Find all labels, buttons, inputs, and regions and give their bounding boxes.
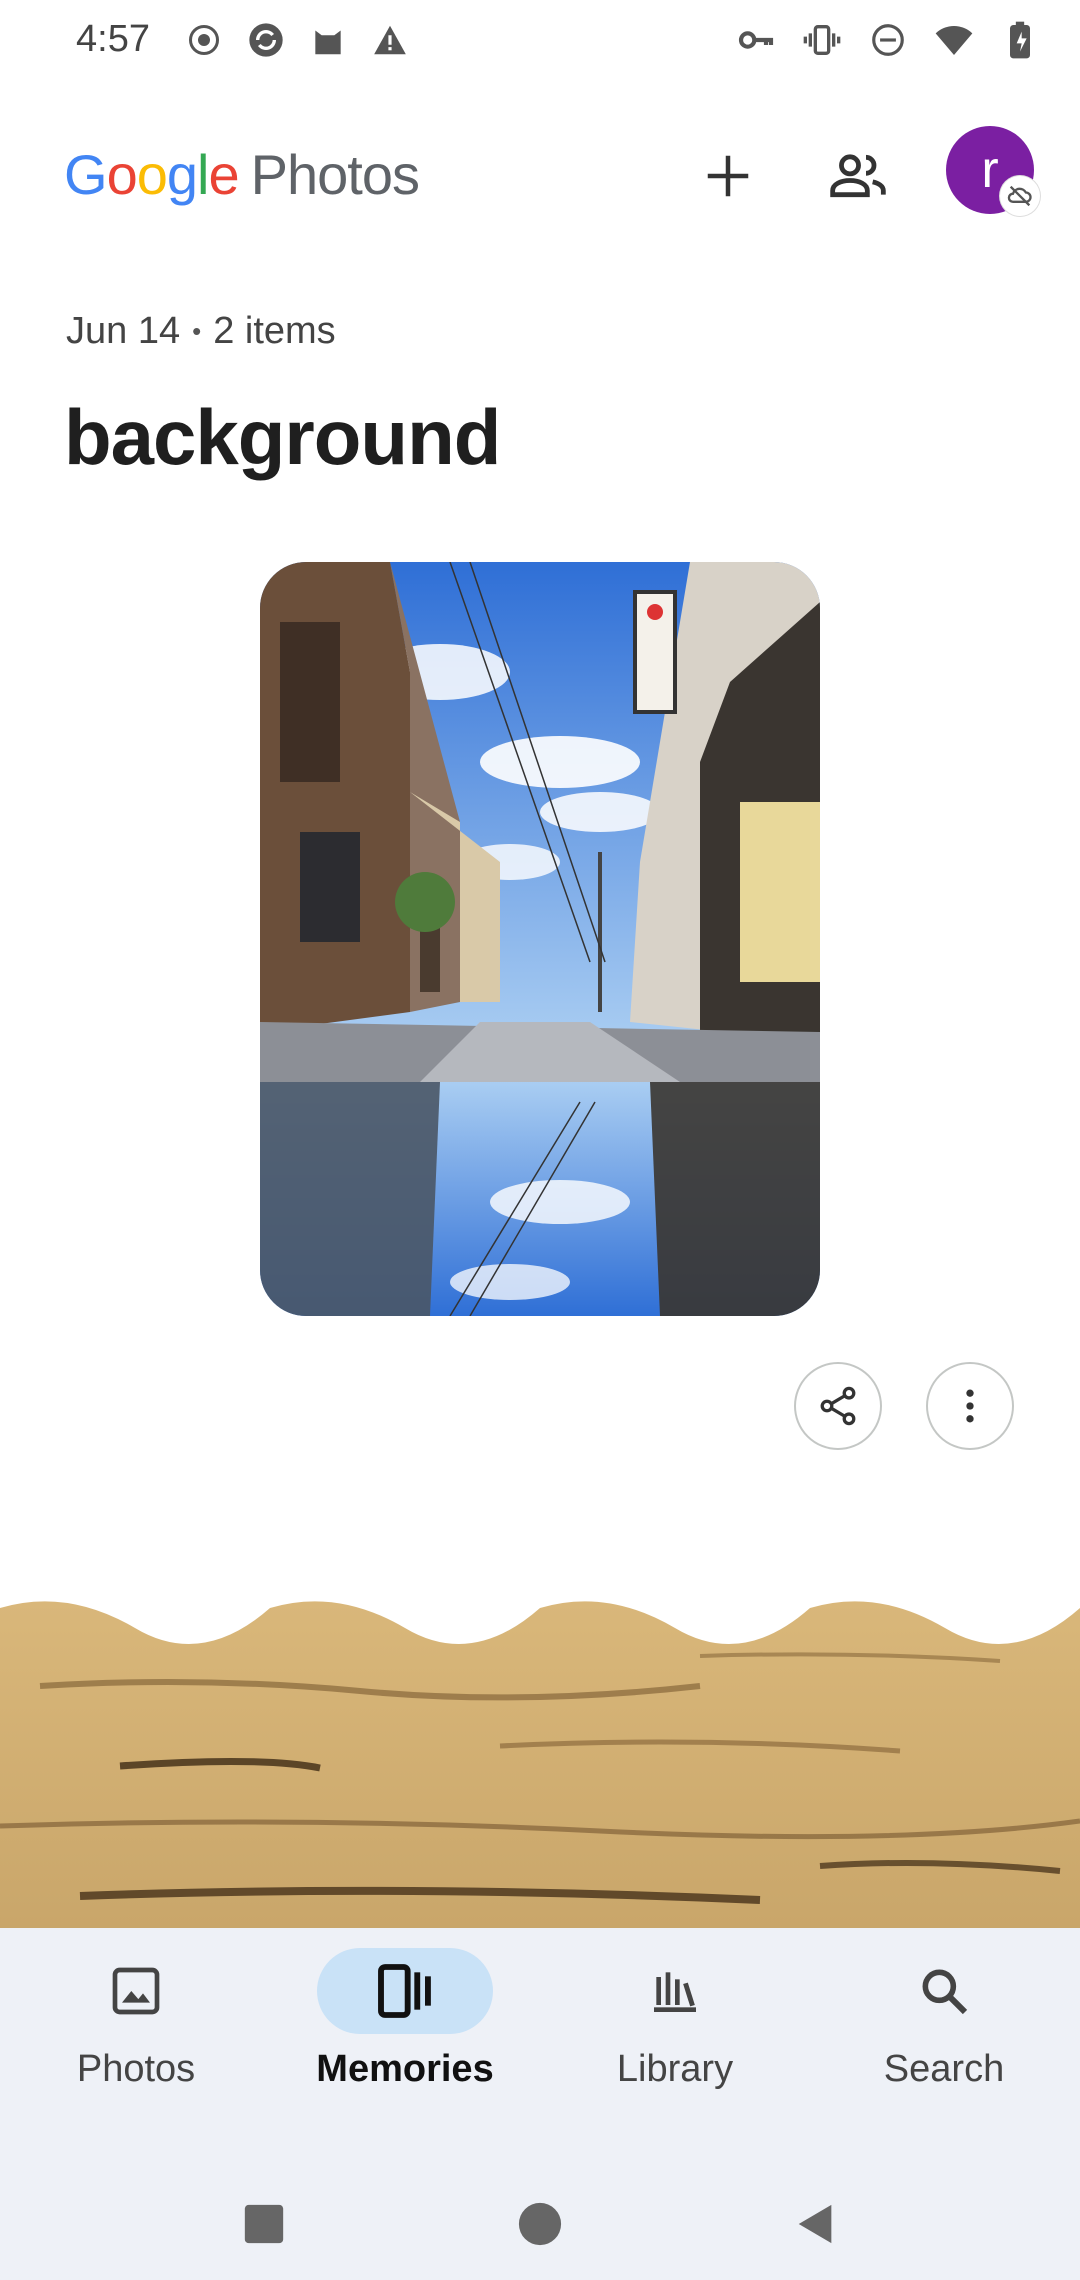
- back-button[interactable]: [786, 2194, 846, 2254]
- nav-library[interactable]: Library: [565, 1948, 785, 2091]
- nav-search[interactable]: Search: [834, 1948, 1054, 2091]
- app-bar: Google Photos r: [0, 110, 1080, 230]
- separator-dot: •: [192, 316, 202, 346]
- key-icon: [736, 20, 776, 60]
- plus-icon: [707, 155, 749, 197]
- add-button[interactable]: [686, 134, 770, 218]
- warning-icon: [370, 20, 410, 60]
- home-button[interactable]: [510, 2194, 570, 2254]
- memories-icon: [378, 1964, 431, 2018]
- sharing-button[interactable]: [816, 134, 900, 218]
- nav-photos[interactable]: Photos: [26, 1948, 246, 2091]
- status-left-icons: [184, 20, 410, 60]
- more-options-button[interactable]: [926, 1362, 1014, 1450]
- google-photos-logo: Google Photos: [64, 143, 420, 206]
- sand-texture-image: [0, 1601, 1080, 1930]
- logo-product-name: Photos: [250, 143, 420, 206]
- status-time: 4:57: [76, 18, 150, 60]
- people-icon: [830, 154, 886, 198]
- nav-label-photos: Photos: [76, 2048, 196, 2090]
- nav-label-memories: Memories: [316, 2048, 494, 2090]
- avatar-initial: r: [981, 141, 999, 199]
- wifi-icon: [934, 20, 974, 60]
- cat-icon: [308, 20, 348, 60]
- share-button[interactable]: [794, 1362, 882, 1450]
- memory-photo[interactable]: [260, 562, 820, 1316]
- nav-memories[interactable]: Memories: [295, 1948, 515, 2091]
- next-memory-preview[interactable]: [0, 1596, 1080, 1930]
- vibrate-icon: [802, 20, 842, 60]
- memory-date: Jun 14: [66, 310, 181, 352]
- system-navigation-bar: [0, 2158, 1080, 2280]
- recents-button[interactable]: [234, 2194, 294, 2254]
- sync-icon: [246, 20, 286, 60]
- battery-icon: [1000, 20, 1040, 60]
- memory-item-count: 2 items: [213, 310, 336, 352]
- image-icon: [112, 1967, 160, 2015]
- circle-icon: [518, 2202, 562, 2246]
- record-icon: [184, 20, 224, 60]
- nav-label-library: Library: [616, 2048, 734, 2090]
- backup-off-icon: [1000, 176, 1040, 216]
- library-icon: [654, 1972, 696, 2012]
- share-icon: [820, 1386, 856, 1426]
- memory-meta: Jun 14 • 2 items: [66, 310, 336, 353]
- more-vert-icon: [966, 1389, 974, 1423]
- search-icon: [922, 1969, 968, 2015]
- triangle-back-icon: [798, 2204, 832, 2244]
- status-bar: 4:57: [0, 0, 1080, 86]
- status-right-icons: [736, 20, 1040, 60]
- street-reflection-photo: [260, 562, 820, 1316]
- bottom-navigation: Photos Memories Library Search: [0, 1928, 1080, 2158]
- square-icon: [244, 2204, 284, 2244]
- nav-label-search: Search: [883, 2048, 1005, 2090]
- dnd-icon: [868, 20, 908, 60]
- memory-title: background: [64, 393, 501, 481]
